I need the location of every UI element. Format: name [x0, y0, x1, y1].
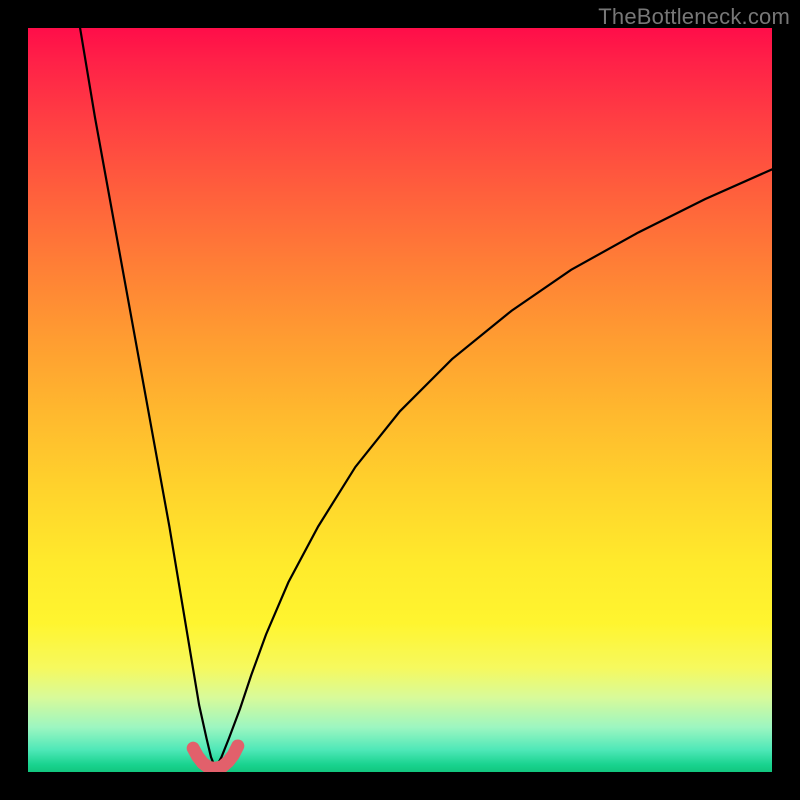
chart-svg: [28, 28, 772, 772]
watermark-text: TheBottleneck.com: [598, 4, 790, 30]
curve-trough-highlight: [193, 746, 238, 768]
curve-right-branch: [215, 169, 772, 768]
plot-area: [28, 28, 772, 772]
curve-group: [80, 28, 772, 768]
curve-left-branch: [80, 28, 215, 768]
chart-frame: TheBottleneck.com: [0, 0, 800, 800]
